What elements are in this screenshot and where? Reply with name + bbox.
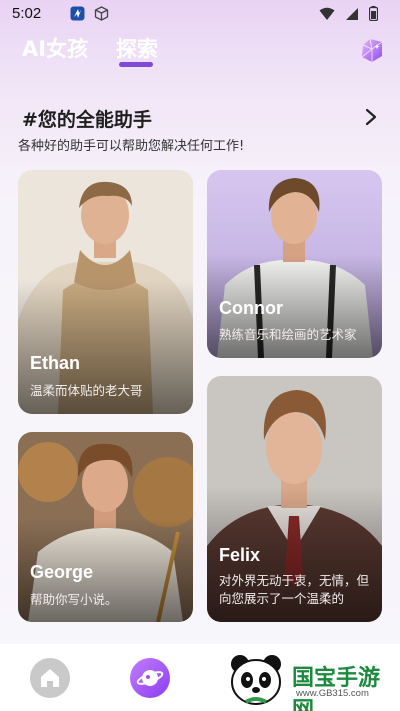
watermark-text: 国宝手游网	[292, 666, 381, 711]
cube-icon	[94, 6, 109, 21]
watermark: 国宝手游网 www.GB315.com	[226, 652, 396, 711]
app-notification-icon	[70, 6, 85, 21]
status-time: 5:02	[12, 5, 42, 22]
watermark-url: www.GB315.com	[296, 688, 369, 699]
character-card-george[interactable]: George 帮助你写小说。	[18, 432, 193, 622]
character-card-connor[interactable]: Connor 熟练音乐和绘画的艺术家	[207, 170, 382, 358]
bottom-nav: 国宝手游网 www.GB315.com	[0, 644, 400, 711]
character-description: 熟练音乐和绘画的艺术家	[219, 327, 357, 342]
character-description: 帮助你写小说。	[30, 592, 118, 607]
chevron-right-icon[interactable]	[364, 107, 378, 127]
planet-icon	[136, 670, 164, 686]
active-tab-indicator	[119, 62, 153, 67]
nav-home-button[interactable]	[30, 658, 70, 698]
character-description: 温柔而体贴的老大哥	[30, 383, 143, 398]
character-card-felix[interactable]: Felix 对外界无动于衷，无情，但向您展示了一个温柔的	[207, 376, 382, 622]
nav-explore-button[interactable]	[130, 658, 170, 698]
character-name: Ethan	[30, 353, 81, 373]
section-title: #您的全能助手	[22, 109, 152, 131]
wifi-icon	[319, 7, 335, 20]
signal-icon	[346, 7, 358, 20]
character-name: Connor	[219, 298, 283, 318]
status-bar: 5:02	[0, 0, 400, 28]
character-card-ethan[interactable]: Ethan 温柔而体贴的老大哥	[18, 170, 193, 414]
battery-icon	[369, 6, 378, 21]
section-subtitle: 各种好的助手可以帮助您解决任何工作!	[18, 139, 245, 154]
tab-explore[interactable]: 探索	[116, 33, 158, 63]
gem-icon[interactable]	[358, 36, 386, 64]
home-icon	[41, 669, 59, 687]
character-description: 对外界无动于衷，无情，但向您展示了一个温柔的	[219, 573, 370, 606]
tab-ai-girl[interactable]: AI女孩	[22, 33, 88, 63]
character-name: Felix	[219, 545, 261, 565]
character-name: George	[30, 562, 94, 582]
panda-logo-icon	[231, 655, 281, 705]
